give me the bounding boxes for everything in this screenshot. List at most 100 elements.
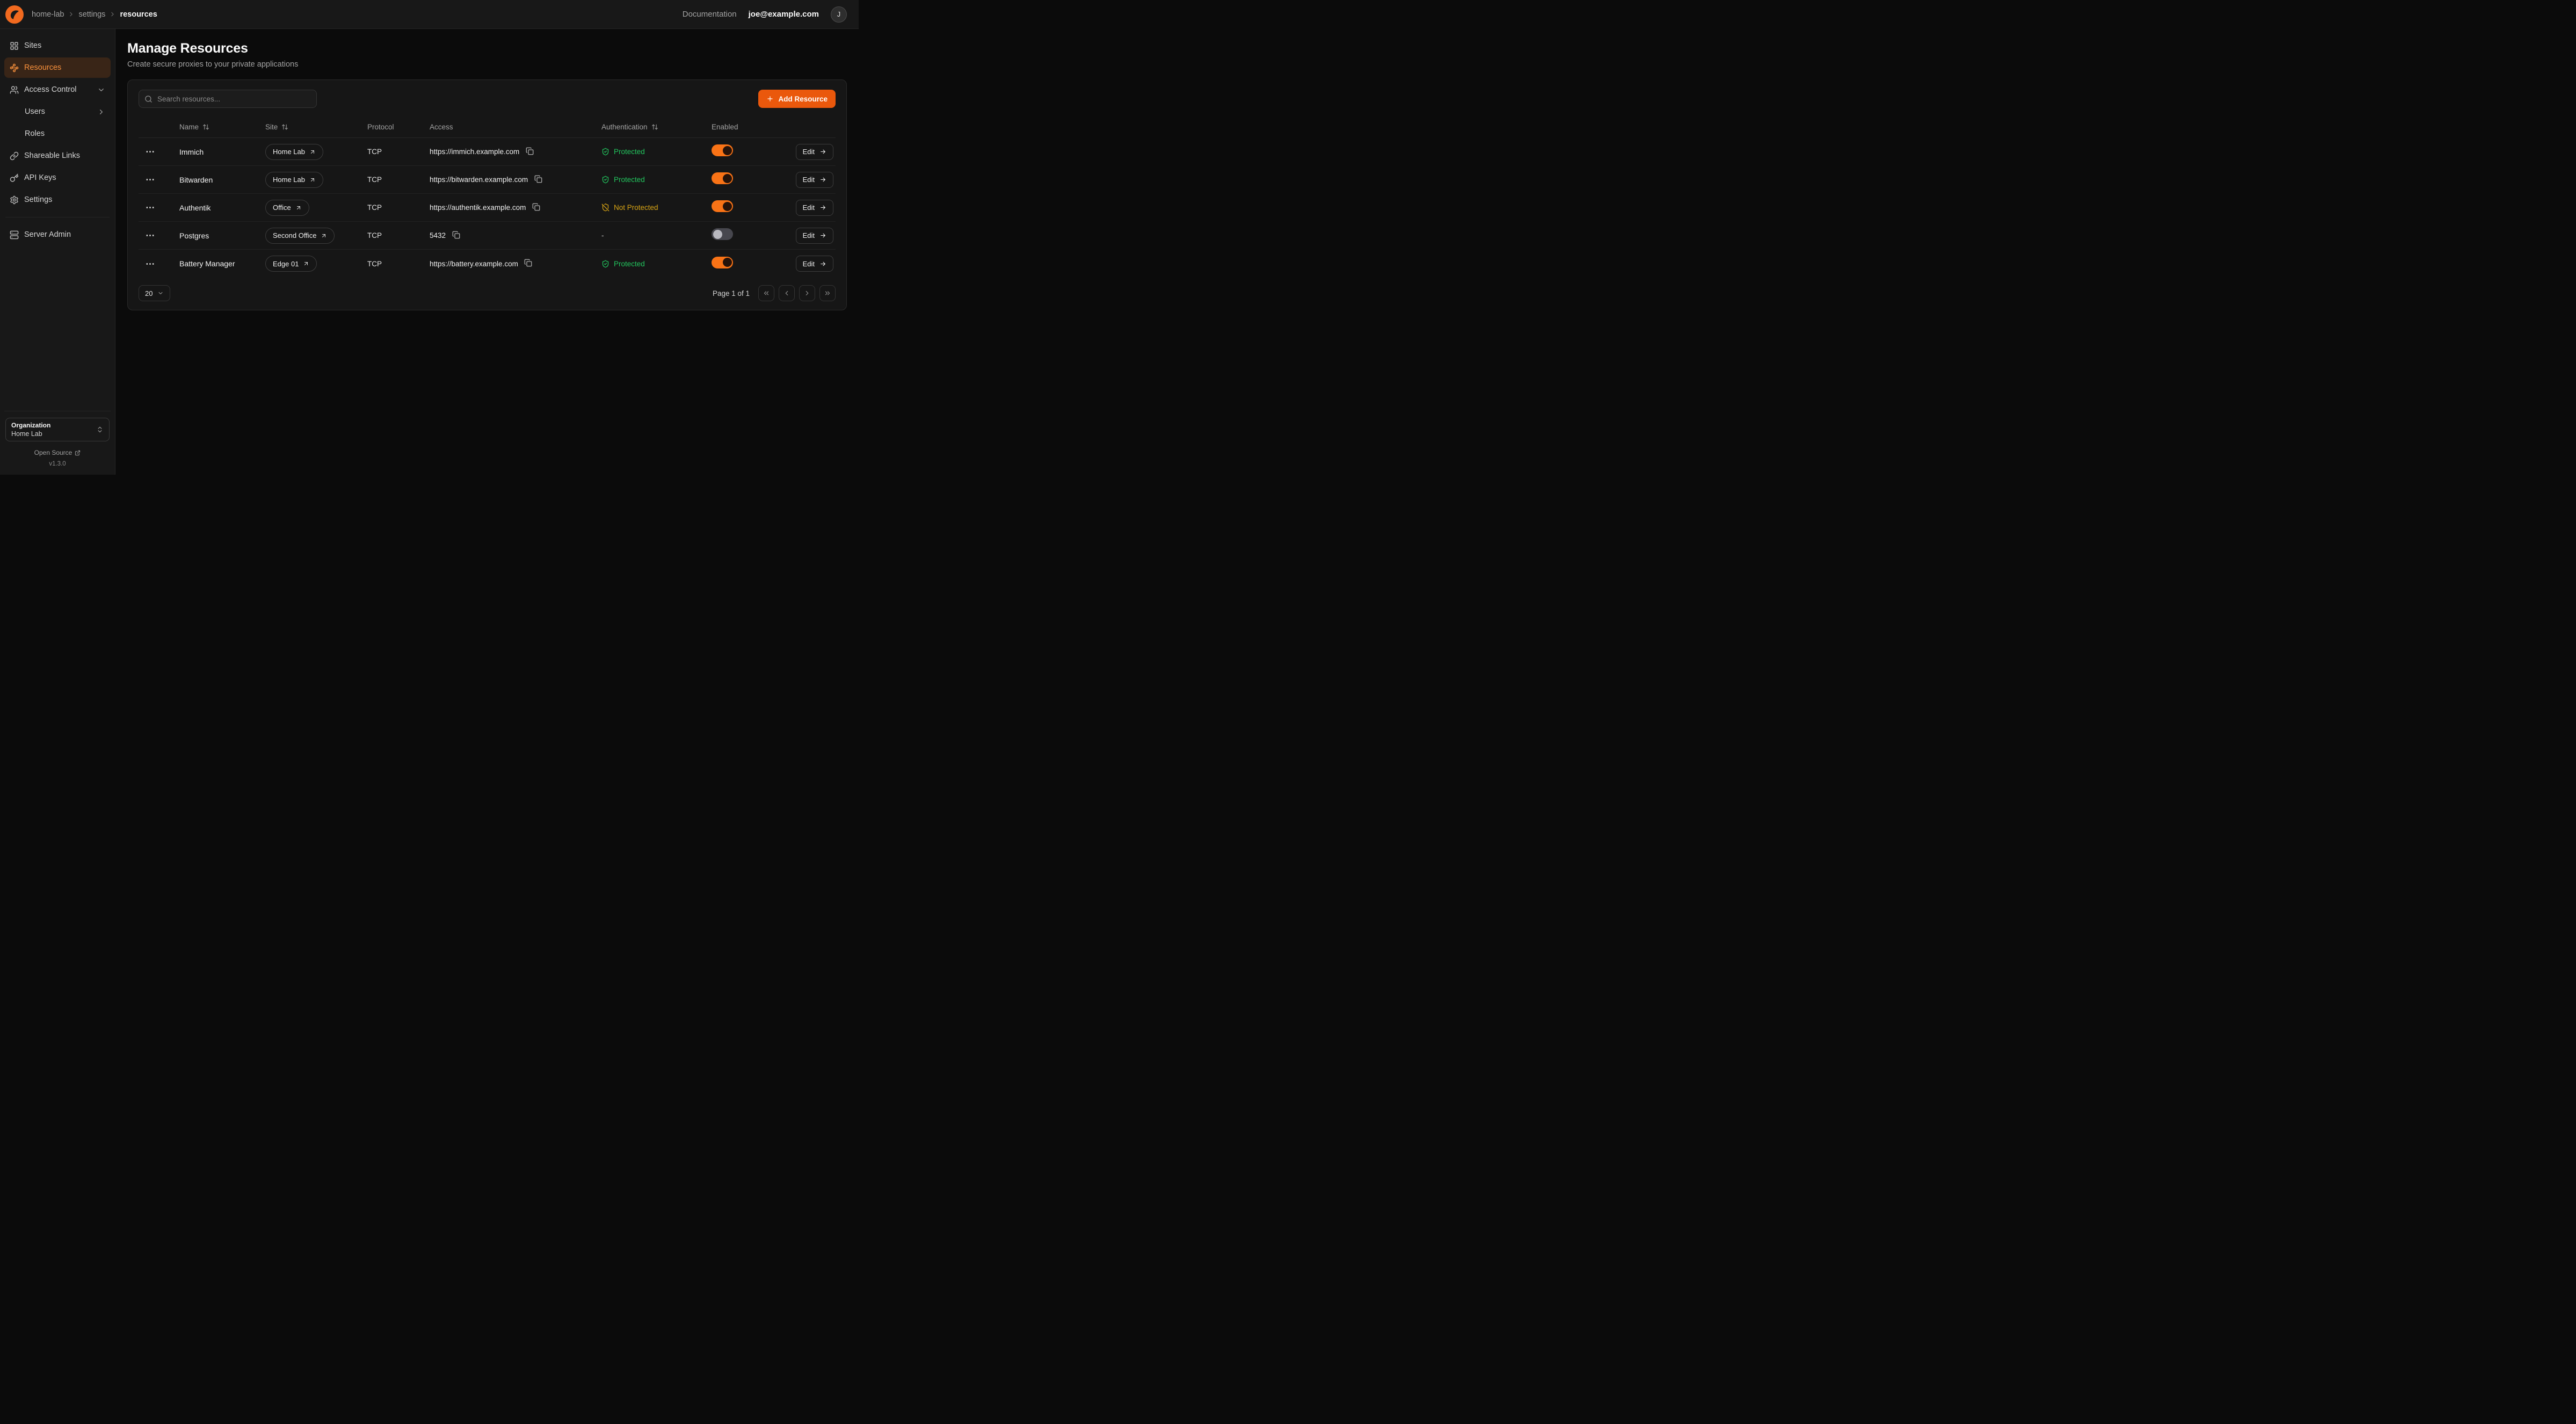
sidebar-item-server-admin[interactable]: Server Admin <box>4 224 111 245</box>
copy-icon[interactable] <box>524 259 533 268</box>
site-link-button[interactable]: Home Lab <box>265 144 323 160</box>
column-label: Authentication <box>601 123 648 131</box>
auth-status: Protected <box>601 260 712 268</box>
toggle-knob <box>723 146 732 155</box>
edit-button[interactable]: Edit <box>796 172 833 188</box>
edit-label: Edit <box>803 176 815 184</box>
pagination-controls: Page 1 of 1 <box>713 285 836 301</box>
chevron-right-icon <box>803 289 811 297</box>
page-title: Manage Resources <box>127 41 847 56</box>
external-link-icon <box>75 450 81 456</box>
first-page-button[interactable] <box>758 285 774 301</box>
enabled-toggle[interactable] <box>712 144 733 156</box>
sidebar-item-resources[interactable]: Resources <box>4 57 111 78</box>
enabled-toggle[interactable] <box>712 228 733 240</box>
last-page-button[interactable] <box>819 285 836 301</box>
edit-button[interactable]: Edit <box>796 228 833 244</box>
row-actions-button[interactable]: ⋯ <box>142 145 159 159</box>
resources-card: Add Resource Name Site Protocol <box>127 79 847 310</box>
protocol-value: TCP <box>367 148 430 156</box>
avatar-initial: J <box>837 11 840 18</box>
auth-status: Protected <box>601 148 712 156</box>
chevrons-left-icon <box>763 289 770 297</box>
site-name: Second Office <box>273 231 316 239</box>
resources-table: Name Site Protocol Access Authenticati <box>139 117 836 278</box>
pagination: 20 Page 1 of 1 <box>139 285 836 301</box>
enabled-toggle[interactable] <box>712 257 733 268</box>
copy-icon[interactable] <box>451 231 461 241</box>
avatar[interactable]: J <box>831 6 847 23</box>
row-actions-button[interactable]: ⋯ <box>142 173 159 187</box>
search-input[interactable] <box>139 90 317 108</box>
copy-icon[interactable] <box>525 147 534 157</box>
resource-name: Authentik <box>179 204 265 212</box>
organization-switcher[interactable]: Organization Home Lab <box>5 418 110 441</box>
site-link-button[interactable]: Office <box>265 200 309 216</box>
documentation-link[interactable]: Documentation <box>683 10 737 19</box>
sort-icon <box>281 123 288 130</box>
search-box <box>139 90 317 108</box>
prev-page-button[interactable] <box>779 285 795 301</box>
column-header-site[interactable]: Site <box>265 123 367 131</box>
edit-button[interactable]: Edit <box>796 144 833 160</box>
row-actions-button[interactable]: ⋯ <box>142 229 159 243</box>
edit-label: Edit <box>803 231 815 239</box>
sidebar-item-access-control[interactable]: Access Control <box>4 79 111 100</box>
chevron-left-icon <box>783 289 790 297</box>
auth-label: Protected <box>614 148 645 156</box>
breadcrumb: home-lab settings resources <box>32 10 157 19</box>
access-url: https://immich.example.com <box>430 148 519 156</box>
enabled-toggle[interactable] <box>712 172 733 184</box>
table-row: ⋯ Postgres Second Office TCP 5432 - <box>139 222 836 250</box>
next-page-button[interactable] <box>799 285 815 301</box>
top-bar: home-lab settings resources Documentatio… <box>0 0 859 29</box>
auth-label: Protected <box>614 176 645 184</box>
column-header-name[interactable]: Name <box>179 123 265 131</box>
column-header-enabled: Enabled <box>712 123 787 131</box>
edit-button[interactable]: Edit <box>796 256 833 272</box>
arrow-right-icon <box>819 260 826 267</box>
sidebar-item-shareable-links[interactable]: Shareable Links <box>4 146 111 166</box>
row-actions-button[interactable]: ⋯ <box>142 201 159 215</box>
arrow-up-right-icon <box>303 260 309 267</box>
add-resource-button[interactable]: Add Resource <box>758 90 836 108</box>
column-header-authentication[interactable]: Authentication <box>601 123 712 131</box>
site-link-button[interactable]: Home Lab <box>265 172 323 188</box>
sidebar: Sites Resources Access Control Users Rol… <box>0 29 115 475</box>
site-link-button[interactable]: Second Office <box>265 228 335 244</box>
row-actions-button[interactable]: ⋯ <box>142 257 159 271</box>
sidebar-item-sites[interactable]: Sites <box>4 35 111 56</box>
page-info: Page 1 of 1 <box>713 289 750 297</box>
sidebar-item-api-keys[interactable]: API Keys <box>4 168 111 188</box>
column-header-access: Access <box>430 123 601 131</box>
protocol-value: TCP <box>367 204 430 212</box>
breadcrumb-settings[interactable]: settings <box>78 10 105 19</box>
breadcrumb-home-lab[interactable]: home-lab <box>32 10 64 19</box>
arrow-right-icon <box>819 148 826 155</box>
sort-icon <box>651 123 658 130</box>
sidebar-item-label: Sites <box>24 41 105 50</box>
sidebar-item-label: Roles <box>25 129 105 138</box>
edit-button[interactable]: Edit <box>796 200 833 216</box>
sidebar-footer: Organization Home Lab Open Source v1.3.0 <box>4 411 111 475</box>
access-url: https://bitwarden.example.com <box>430 176 528 184</box>
sidebar-item-roles[interactable]: Roles <box>4 123 111 144</box>
sidebar-item-label: API Keys <box>24 173 105 182</box>
sidebar-item-settings[interactable]: Settings <box>4 190 111 210</box>
user-email-menu[interactable]: joe@example.com <box>749 10 819 19</box>
column-label: Enabled <box>712 123 738 131</box>
access-cell: https://immich.example.com <box>430 147 601 157</box>
access-cell: 5432 <box>430 231 601 241</box>
site-link-button[interactable]: Edge 01 <box>265 256 317 272</box>
pangolin-logo-icon[interactable] <box>5 5 24 24</box>
auth-status: Not Protected <box>601 204 712 212</box>
table-row: ⋯ Authentik Office TCP https://authentik… <box>139 194 836 222</box>
open-source-link[interactable]: Open Source <box>5 449 110 456</box>
page-size-select[interactable]: 20 <box>139 285 170 301</box>
enabled-toggle[interactable] <box>712 200 733 212</box>
sidebar-item-users[interactable]: Users <box>4 101 111 122</box>
copy-icon[interactable] <box>531 203 541 213</box>
copy-icon[interactable] <box>533 175 543 185</box>
toggle-knob <box>723 258 732 267</box>
auth-status: Protected <box>601 176 712 184</box>
